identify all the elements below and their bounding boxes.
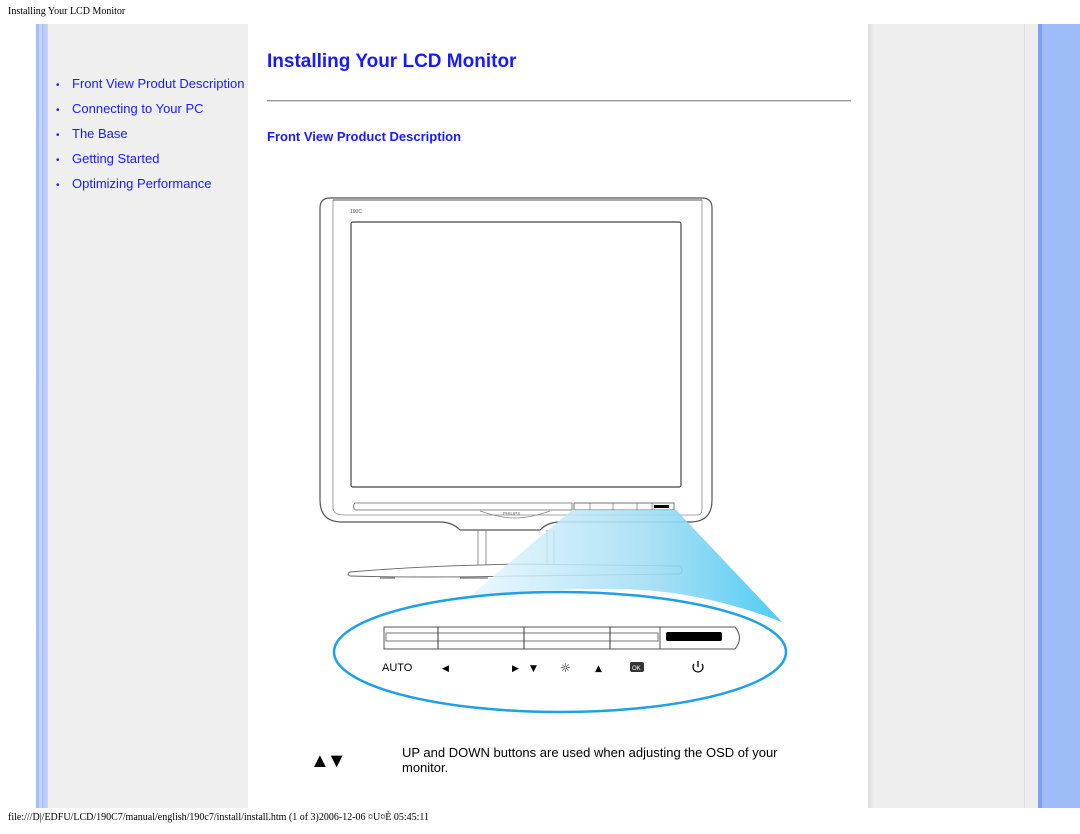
sidebar-item-base: • The Base [56,126,244,151]
page-title: Installing Your LCD Monitor [267,51,517,72]
sidebar-item-optimizing: • Optimizing Performance [56,176,244,201]
bullet-icon: • [56,180,60,191]
sidebar-item-front-view: • Front View Produt Description [56,76,244,101]
right-decorative-bar [1038,24,1080,808]
monitor-screen [350,221,682,488]
down-arrow-icon: ▼ [530,664,537,674]
up-down-arrows-icon: ▲▼ [310,750,347,772]
bullet-icon: • [56,130,60,141]
sidebar-item-connecting: • Connecting to Your PC [56,101,244,126]
right-arrow-icon: ▶ [512,664,519,674]
print-footer: file:///D|/EDFU/LCD/190C7/manual/english… [8,812,430,823]
sidebar-link-getting-started[interactable]: Getting Started [72,151,159,166]
sidebar-link-optimizing[interactable]: Optimizing Performance [72,176,211,191]
brand-label: PHILIPS [503,511,520,516]
horizontal-rule [267,100,851,102]
right-divider [1024,24,1025,808]
auto-button-label: AUTO [382,662,413,674]
svg-text:OK: OK [632,666,641,672]
zoom-ellipse [332,590,788,714]
enlarged-button-panel [383,626,740,650]
sidebar-item-getting-started: • Getting Started [56,151,244,176]
sidebar-link-connecting[interactable]: Connecting to Your PC [72,101,204,116]
brightness-icon: ☼ [560,661,571,675]
left-decorative-bar [36,24,48,808]
up-down-description: UP and DOWN buttons are used when adjust… [402,745,778,775]
section-title: Front View Product Description [267,129,462,144]
sidebar-link-front-view[interactable]: Front View Produt Description [72,76,244,91]
bullet-icon: • [56,155,60,166]
bullet-icon: • [56,80,60,91]
left-arrow-icon: ◀ [442,664,449,674]
up-arrow-icon: ▲ [595,664,602,674]
right-panel [868,24,1038,808]
monitor-illustration: 190C PHILIPS AUTO ◀ ▶ ▼ ☼ ▲ OK [319,197,788,714]
model-label: 190C [350,209,362,215]
print-header: Installing Your LCD Monitor [8,6,126,17]
sidebar-nav: • Front View Produt Description • Connecti… [56,76,244,201]
bullet-icon: • [56,105,60,116]
sidebar-link-base[interactable]: The Base [72,126,128,141]
